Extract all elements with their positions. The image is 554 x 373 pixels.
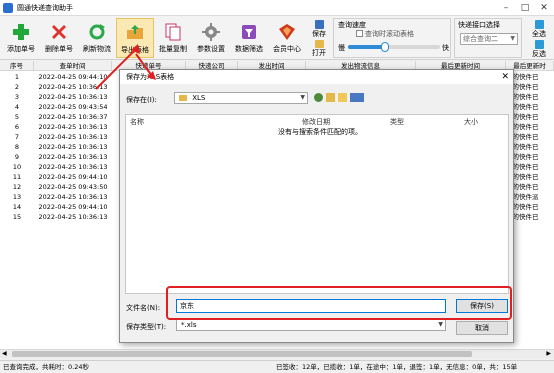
annotation-arrow-1 <box>95 48 137 90</box>
annotation-arrows <box>95 44 156 90</box>
annotation-arrow-2 <box>135 53 153 77</box>
